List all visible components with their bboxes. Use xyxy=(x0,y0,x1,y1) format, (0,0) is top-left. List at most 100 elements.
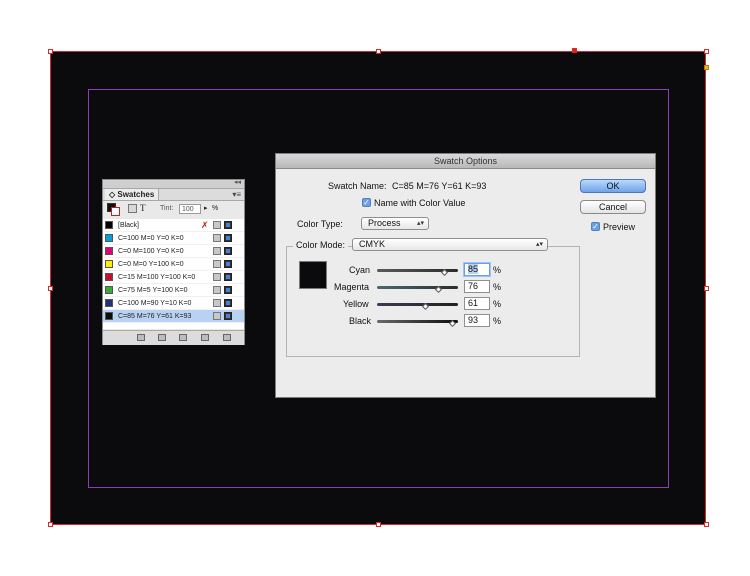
new-swatch-icon[interactable] xyxy=(201,334,209,341)
cyan-label: Cyan xyxy=(349,265,371,275)
magenta-label: Magenta xyxy=(334,282,370,292)
preview-label: Preview xyxy=(603,222,636,232)
color-type-select[interactable]: Process ▴▾ xyxy=(361,217,429,230)
selection-handle-middle-left[interactable] xyxy=(48,286,53,291)
swatch-row-selected[interactable]: C=85 M=76 Y=61 K=93 xyxy=(103,310,244,323)
swatch-row[interactable]: C=75 M=5 Y=100 K=0 xyxy=(103,284,244,297)
ok-button[interactable]: OK xyxy=(580,179,646,193)
yellow-value-input[interactable]: 61 xyxy=(464,297,490,310)
process-color-icon xyxy=(213,299,221,307)
name-with-color-value-checkbox[interactable]: ✓ xyxy=(362,198,371,207)
magenta-percent-unit: % xyxy=(493,282,502,292)
show-all-swatches-icon[interactable] xyxy=(137,334,145,341)
swatch-row[interactable]: C=0 M=0 Y=100 K=0 xyxy=(103,258,244,271)
tint-dropdown-icon[interactable]: ▸ xyxy=(204,204,208,212)
swatch-label: C=75 M=5 Y=100 K=0 xyxy=(118,287,188,294)
selection-handle-anchor[interactable] xyxy=(572,48,577,53)
yellow-percent-unit: % xyxy=(493,299,502,309)
swatch-label: [Black] xyxy=(118,222,140,229)
color-mode-group xyxy=(286,246,580,357)
black-percent-unit: % xyxy=(493,316,502,326)
process-color-icon xyxy=(213,312,221,320)
show-gradient-swatches-icon[interactable] xyxy=(179,334,187,341)
process-color-icon xyxy=(213,247,221,255)
swatch-color-chip xyxy=(105,286,113,294)
tab-swatches[interactable]: ◇ Swatches xyxy=(105,189,160,200)
swatch-row[interactable]: C=15 M=100 Y=100 K=0 xyxy=(103,271,244,284)
selection-handle-top-middle[interactable] xyxy=(376,49,381,54)
black-slider-track[interactable] xyxy=(377,320,458,323)
selection-handle-bottom-right[interactable] xyxy=(704,522,709,527)
process-color-icon xyxy=(213,221,221,229)
panel-titlebar[interactable]: ◂◂ xyxy=(103,178,244,189)
swatch-color-chip xyxy=(105,221,113,229)
panel-menu-icon[interactable]: ▾≡ xyxy=(232,189,241,200)
panel-toolbar: T Tint: 100 ▸ % xyxy=(103,201,244,217)
process-color-icon xyxy=(213,234,221,242)
selection-handle-corner-option[interactable] xyxy=(704,65,709,70)
swatch-color-chip xyxy=(105,312,113,320)
process-color-icon xyxy=(213,260,221,268)
swatch-row[interactable]: C=100 M=90 Y=10 K=0 xyxy=(103,297,244,310)
swatch-row[interactable]: C=100 M=0 Y=0 K=0 xyxy=(103,232,244,245)
cyan-percent-unit: % xyxy=(493,265,502,275)
name-with-color-value-label: Name with Color Value xyxy=(374,198,466,208)
delete-swatch-icon[interactable] xyxy=(223,334,231,341)
swatch-label: C=85 M=76 Y=61 K=93 xyxy=(118,313,192,320)
dialog-title: Swatch Options xyxy=(276,154,655,169)
yellow-label: Yellow xyxy=(343,299,369,309)
process-color-icon xyxy=(213,273,221,281)
collapse-icon[interactable]: ◂◂ xyxy=(234,178,241,186)
yellow-slider-track[interactable] xyxy=(377,303,458,306)
chevron-updown-icon: ▴▾ xyxy=(416,220,424,227)
color-mode-select[interactable]: CMYK ▴▾ xyxy=(352,238,548,251)
swatch-color-chip xyxy=(105,234,113,242)
selection-handle-bottom-left[interactable] xyxy=(48,522,53,527)
selection-handle-top-left[interactable] xyxy=(48,49,53,54)
text-formatting-icon[interactable]: T xyxy=(140,203,146,213)
tint-unit: % xyxy=(212,205,219,212)
cmyk-icon xyxy=(224,260,232,268)
swatch-label: C=0 M=100 Y=0 K=0 xyxy=(118,248,184,255)
cancel-button[interactable]: Cancel xyxy=(580,200,646,214)
swatch-color-chip xyxy=(105,299,113,307)
stroke-icon[interactable] xyxy=(111,207,120,216)
color-mode-label: Color Mode: xyxy=(293,240,349,250)
cmyk-icon xyxy=(224,286,232,294)
swatch-label: C=100 M=0 Y=0 K=0 xyxy=(118,235,184,242)
swatch-list: [Black] ✗ C=100 M=0 Y=0 K=0 C=0 M=100 Y=… xyxy=(103,219,244,329)
container-formatting-icon[interactable] xyxy=(128,204,137,213)
swatch-options-dialog: Swatch Options Swatch Name: C=85 M=76 Y=… xyxy=(275,153,656,398)
cmyk-icon xyxy=(224,234,232,242)
process-color-icon xyxy=(213,286,221,294)
cmyk-icon xyxy=(224,299,232,307)
swatch-color-chip xyxy=(105,260,113,268)
cmyk-icon xyxy=(224,273,232,281)
magenta-value-input[interactable]: 76 xyxy=(464,280,490,293)
swatch-label: C=15 M=100 Y=100 K=0 xyxy=(118,274,196,281)
color-type-label: Color Type: xyxy=(297,219,343,229)
tint-input[interactable]: 100 xyxy=(179,204,201,214)
swatch-row-black[interactable]: [Black] ✗ xyxy=(103,219,244,232)
selection-handle-bottom-middle[interactable] xyxy=(376,522,381,527)
preview-checkbox[interactable]: ✓ xyxy=(591,222,600,231)
swatch-row[interactable]: C=0 M=100 Y=0 K=0 xyxy=(103,245,244,258)
cyan-value-input[interactable]: 85 xyxy=(464,263,490,276)
black-value-input[interactable]: 93 xyxy=(464,314,490,327)
panel-bottom-bar xyxy=(103,330,244,345)
cmyk-icon xyxy=(224,247,232,255)
show-color-swatches-icon[interactable] xyxy=(158,334,166,341)
selection-handle-top-right[interactable] xyxy=(704,49,709,54)
tint-label: Tint: xyxy=(160,205,174,212)
color-mode-value: CMYK xyxy=(359,239,386,249)
non-editable-icon: ✗ xyxy=(201,220,209,230)
chevron-updown-icon: ▴▾ xyxy=(535,241,543,248)
selection-handle-middle-right[interactable] xyxy=(704,286,709,291)
magenta-slider-track[interactable] xyxy=(377,286,458,289)
swatch-name-value: C=85 M=76 Y=61 K=93 xyxy=(392,181,487,191)
swatch-color-chip xyxy=(105,273,113,281)
color-preview-swatch xyxy=(299,261,327,289)
cmyk-icon xyxy=(224,312,232,320)
panel-tabbar: ◇ Swatches ▾≡ xyxy=(103,189,244,201)
swatch-label: C=0 M=0 Y=100 K=0 xyxy=(118,261,184,268)
